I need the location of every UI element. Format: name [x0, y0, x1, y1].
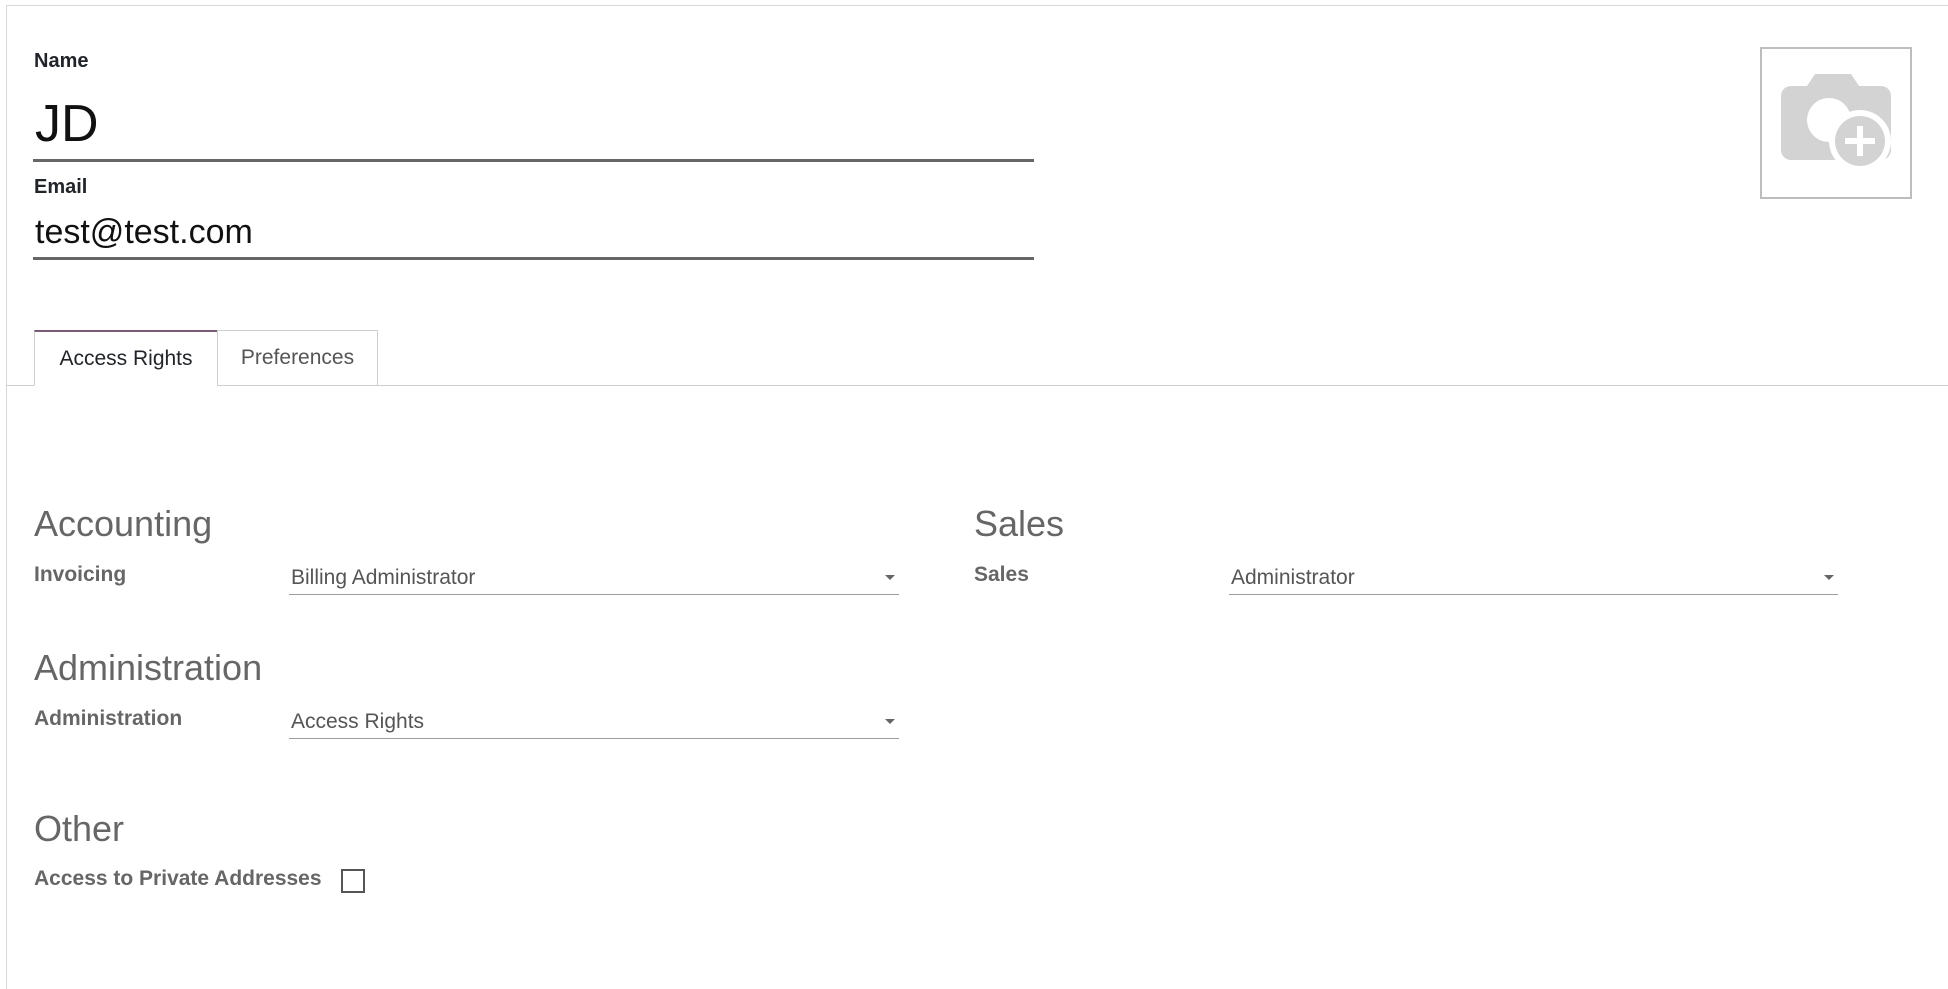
private-addresses-checkbox[interactable] — [341, 869, 365, 893]
tab-preferences[interactable]: Preferences — [217, 330, 378, 386]
group-title-sales: Sales — [974, 503, 1065, 544]
administration-label: Administration — [34, 707, 183, 730]
invoicing-value: Billing Administrator — [291, 565, 476, 589]
group-title-accounting: Accounting — [34, 503, 213, 544]
sales-select[interactable]: Administrator — [1229, 561, 1838, 595]
invoicing-label: Invoicing — [34, 563, 127, 586]
chevron-down-icon — [885, 719, 895, 724]
private-addresses-label: Access to Private Addresses — [34, 867, 322, 890]
sales-label: Sales — [974, 563, 1029, 586]
group-title-other: Other — [34, 808, 125, 849]
tab-access-rights[interactable]: Access Rights — [34, 330, 218, 386]
administration-select[interactable]: Access Rights — [289, 705, 899, 739]
name-input[interactable] — [33, 88, 1034, 162]
camera-plus-icon — [1777, 68, 1895, 179]
email-label: Email — [34, 176, 88, 198]
avatar-upload[interactable] — [1760, 47, 1912, 199]
chevron-down-icon — [1824, 575, 1834, 580]
administration-value: Access Rights — [291, 709, 425, 733]
sales-value: Administrator — [1231, 565, 1355, 589]
group-title-administration: Administration — [34, 647, 263, 688]
email-input[interactable] — [33, 208, 1034, 260]
invoicing-select[interactable]: Billing Administrator — [289, 561, 899, 595]
name-label: Name — [34, 50, 89, 72]
chevron-down-icon — [885, 575, 895, 580]
